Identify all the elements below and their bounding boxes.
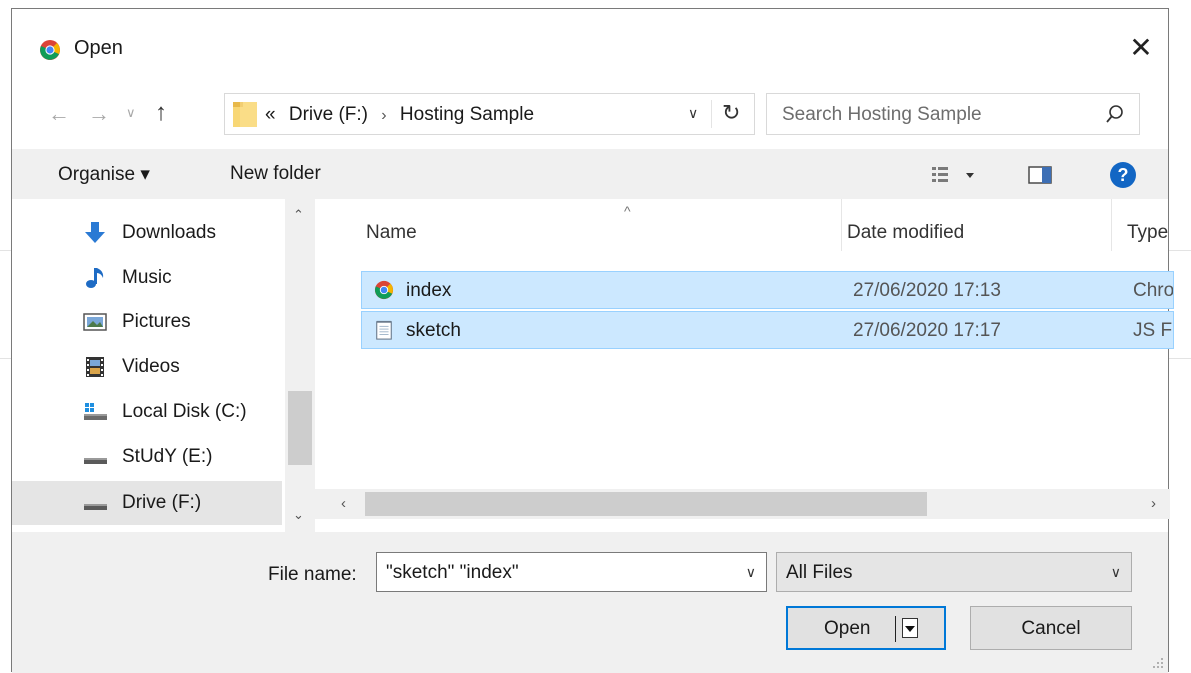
sort-ascending-icon: ^ bbox=[624, 203, 631, 219]
file-row-index[interactable]: index 27/06/2020 17:13 Chro bbox=[361, 271, 1174, 309]
sidebar-item-label: Local Disk (C:) bbox=[122, 401, 247, 422]
breadcrumb: « Drive (F:) › Hosting Sample bbox=[265, 104, 534, 126]
sidebar-item-downloads[interactable]: Downloads bbox=[12, 211, 282, 255]
file-type: JS Fil bbox=[1133, 320, 1173, 341]
sidebar-item-label: Pictures bbox=[122, 311, 191, 332]
back-button[interactable]: ← bbox=[48, 101, 70, 127]
folder-icon bbox=[233, 102, 257, 127]
navigation-scrollbar[interactable]: ⌃ ⌄ bbox=[285, 199, 315, 532]
drive-icon bbox=[84, 504, 107, 510]
local-disk-icon bbox=[84, 403, 107, 420]
chevron-down-icon[interactable]: ∨ bbox=[746, 564, 756, 581]
file-type: Chro bbox=[1133, 280, 1173, 301]
breadcrumb-overflow[interactable]: « bbox=[265, 104, 276, 125]
sidebar-item-pictures[interactable]: Pictures bbox=[12, 300, 282, 344]
open-button[interactable]: Open bbox=[786, 606, 946, 650]
cancel-button-label: Cancel bbox=[1021, 618, 1081, 639]
up-button[interactable]: ↑ bbox=[155, 99, 167, 127]
close-button[interactable]: ✕ bbox=[1124, 31, 1158, 65]
file-name-label: File name: bbox=[268, 564, 357, 585]
sidebar-item-local-disk[interactable]: Local Disk (C:) bbox=[12, 390, 282, 434]
scroll-up-arrow[interactable]: ⌃ bbox=[293, 207, 304, 223]
sidebar-item-study-drive[interactable]: StUdY (E:) bbox=[12, 435, 282, 479]
sidebar-item-videos[interactable]: Videos bbox=[12, 345, 282, 389]
help-button[interactable]: ? bbox=[1110, 162, 1136, 188]
breadcrumb-drive[interactable]: Drive (F:) bbox=[289, 104, 368, 125]
chrome-icon bbox=[374, 280, 394, 300]
recent-locations-button[interactable]: ∨ bbox=[126, 105, 136, 121]
column-header-label: Type bbox=[1127, 222, 1169, 243]
column-header-label: Name bbox=[366, 222, 417, 243]
breadcrumb-hosting-sample[interactable]: Hosting Sample bbox=[400, 104, 534, 125]
title-bar: Open ✕ bbox=[12, 9, 1168, 85]
sidebar-item-label: Drive (F:) bbox=[122, 492, 202, 513]
sidebar-item-label: Downloads bbox=[122, 222, 216, 243]
open-options-dropdown[interactable] bbox=[902, 618, 918, 638]
search-input[interactable]: Search Hosting Sample bbox=[766, 93, 1140, 135]
search-icon[interactable] bbox=[1105, 104, 1125, 124]
sidebar-item-label: Videos bbox=[122, 356, 180, 377]
column-header-name[interactable]: Name ^ bbox=[366, 199, 836, 251]
navigation-pane: Downloads Music Pictures Videos Local Di… bbox=[12, 199, 315, 532]
drive-icon bbox=[84, 458, 107, 464]
column-header-label: Date modified bbox=[847, 222, 965, 243]
forward-button[interactable]: → bbox=[88, 101, 110, 127]
file-name-value: "sketch" "index" bbox=[386, 562, 519, 583]
file-date: 27/06/2020 17:13 bbox=[853, 280, 1001, 301]
videos-icon bbox=[86, 357, 104, 377]
change-view-button[interactable] bbox=[930, 163, 990, 187]
file-type-value: All Files bbox=[786, 562, 853, 583]
preview-pane-button[interactable] bbox=[1028, 165, 1052, 185]
sidebar-item-drive-f[interactable]: Drive (F:) bbox=[12, 481, 282, 525]
scroll-down-arrow[interactable]: ⌄ bbox=[293, 507, 304, 523]
sidebar-item-label: StUdY (E:) bbox=[122, 446, 213, 467]
scroll-left-arrow[interactable]: ‹ bbox=[341, 495, 346, 512]
music-icon bbox=[86, 268, 104, 288]
file-date: 27/06/2020 17:17 bbox=[853, 320, 1001, 341]
search-placeholder: Search Hosting Sample bbox=[782, 104, 982, 125]
file-row-sketch[interactable]: sketch 27/06/2020 17:17 JS Fil bbox=[361, 311, 1174, 349]
scrollbar-thumb[interactable] bbox=[288, 391, 312, 465]
dialog-footer: File name: "sketch" "index" ∨ All Files … bbox=[12, 532, 1168, 673]
background-app bbox=[0, 0, 1191, 8]
file-list: Name ^ Date modified Type index 27/06/20… bbox=[315, 199, 1174, 532]
column-header-type[interactable]: Type bbox=[1127, 199, 1187, 251]
file-name: sketch bbox=[406, 320, 461, 341]
sidebar-item-label: Music bbox=[122, 267, 172, 288]
chevron-down-icon[interactable]: ∨ bbox=[1111, 564, 1121, 581]
command-toolbar: Organise ▾ New folder ? bbox=[12, 149, 1168, 199]
downloads-icon bbox=[85, 222, 105, 243]
dialog-title: Open bbox=[74, 37, 123, 59]
pictures-icon bbox=[83, 313, 107, 331]
file-name-field[interactable]: "sketch" "index" ∨ bbox=[376, 552, 767, 592]
resize-grip-icon[interactable] bbox=[1150, 655, 1164, 669]
refresh-button[interactable]: ↻ bbox=[722, 100, 740, 126]
organise-menu-button[interactable]: Organise ▾ bbox=[58, 163, 150, 186]
column-divider[interactable] bbox=[841, 199, 842, 251]
split-divider bbox=[895, 616, 896, 642]
breadcrumb-separator[interactable]: › bbox=[381, 107, 386, 124]
scroll-right-arrow[interactable]: › bbox=[1151, 495, 1156, 512]
address-dropdown-button[interactable]: ∨ bbox=[688, 105, 698, 122]
column-divider[interactable] bbox=[1111, 199, 1112, 251]
column-header-date-modified[interactable]: Date modified bbox=[847, 199, 1107, 251]
address-bar[interactable]: « Drive (F:) › Hosting Sample ∨ ↻ bbox=[224, 93, 755, 135]
sidebar-item-music[interactable]: Music bbox=[12, 256, 282, 300]
open-button-label: Open bbox=[824, 618, 871, 639]
scrollbar-thumb[interactable] bbox=[365, 492, 927, 516]
new-folder-button[interactable]: New folder bbox=[230, 163, 321, 185]
chrome-icon bbox=[40, 40, 60, 60]
file-type-select[interactable]: All Files ∨ bbox=[776, 552, 1132, 592]
open-file-dialog: Open ✕ ← → ∨ ↑ « Drive (F:) › Hosting Sa… bbox=[11, 8, 1174, 673]
address-divider bbox=[711, 100, 712, 128]
cancel-button[interactable]: Cancel bbox=[970, 606, 1132, 650]
horizontal-scrollbar[interactable]: ‹ › bbox=[315, 489, 1170, 519]
file-name: index bbox=[406, 280, 452, 301]
text-file-icon bbox=[376, 320, 392, 340]
